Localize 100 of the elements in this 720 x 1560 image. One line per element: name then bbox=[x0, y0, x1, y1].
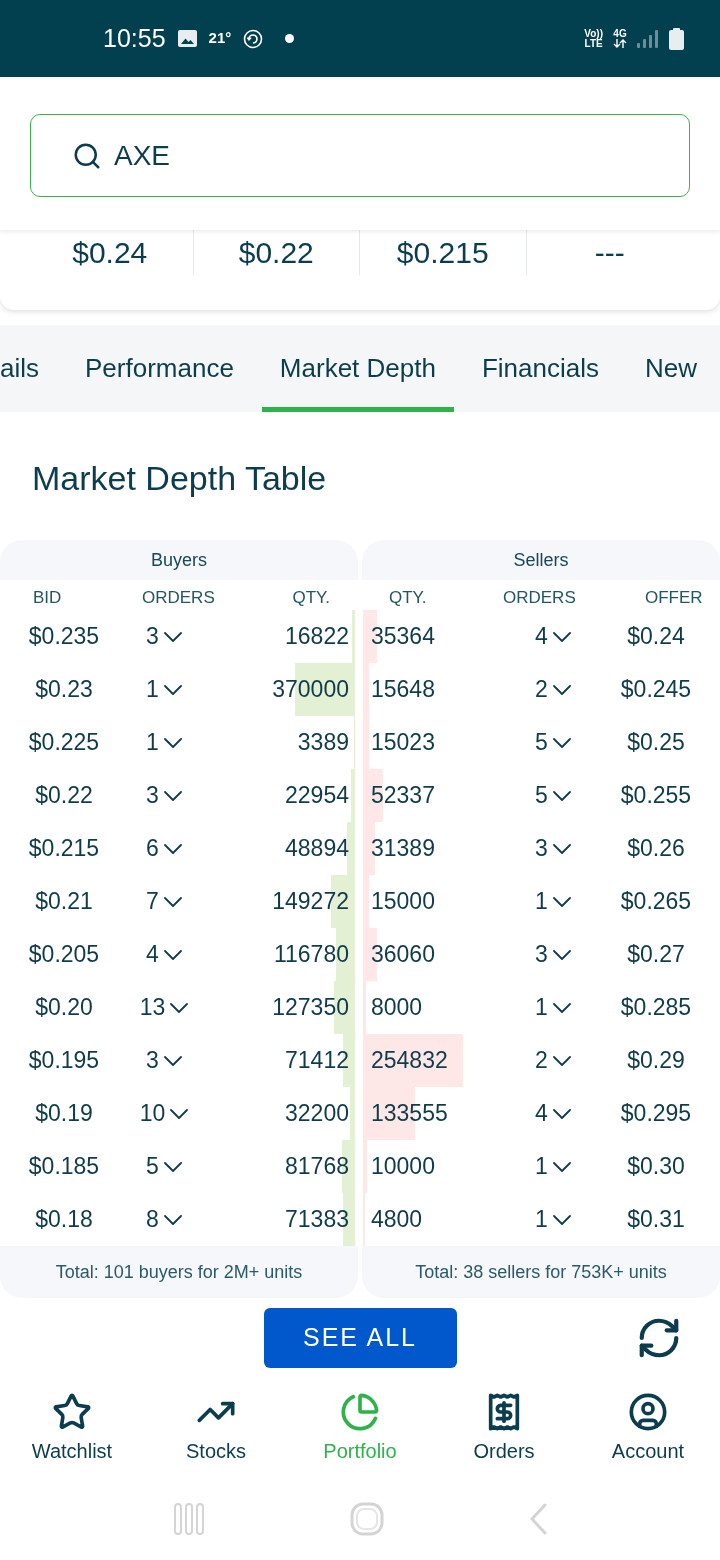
chevron-down-icon[interactable] bbox=[552, 896, 571, 907]
data-arrows-icon bbox=[613, 39, 627, 48]
offer-price: $0.30 bbox=[627, 1152, 685, 1182]
chevron-down-icon[interactable] bbox=[552, 737, 571, 748]
order-count: 5 bbox=[535, 728, 548, 758]
nav-tab[interactable]: Watchlist bbox=[0, 1378, 144, 1478]
order-count: 7 bbox=[146, 887, 159, 917]
chevron-down-icon[interactable] bbox=[552, 684, 571, 695]
bid-quantity: 71383 bbox=[285, 1205, 349, 1235]
chevron-down-icon[interactable] bbox=[163, 1161, 182, 1172]
order-count: 4 bbox=[146, 940, 159, 970]
chevron-down-icon[interactable] bbox=[163, 896, 182, 907]
offer-quantity: 10000 bbox=[371, 1152, 435, 1182]
chevron-down-icon[interactable] bbox=[552, 949, 571, 960]
offer-quantity: 31389 bbox=[371, 834, 435, 864]
bid-price: $0.195 bbox=[28, 1046, 100, 1076]
order-count: 3 bbox=[535, 940, 548, 970]
order-count: 6 bbox=[146, 834, 159, 864]
bid-price: $0.215 bbox=[28, 834, 100, 864]
chevron-down-icon[interactable] bbox=[163, 1214, 182, 1225]
offer-quantity: 254832 bbox=[371, 1046, 448, 1076]
tab[interactable]: Market Depth bbox=[261, 325, 454, 412]
chevron-down-icon[interactable] bbox=[163, 631, 182, 642]
search-field[interactable]: AXE bbox=[30, 114, 690, 197]
chevron-down-icon[interactable] bbox=[552, 1108, 571, 1119]
sync-icon bbox=[243, 28, 264, 49]
sellers-total: Total: 38 sellers for 753K+ units bbox=[415, 1260, 667, 1284]
order-count: 1 bbox=[535, 887, 548, 917]
offer-quantity: 8000 bbox=[371, 993, 423, 1023]
nav-tab[interactable]: Account bbox=[576, 1378, 720, 1478]
order-count: 1 bbox=[535, 1152, 548, 1182]
buyers-title: Buyers bbox=[151, 548, 207, 572]
chevron-down-icon[interactable] bbox=[170, 1108, 189, 1119]
nav-tab[interactable]: Orders bbox=[432, 1378, 576, 1478]
chevron-down-icon[interactable] bbox=[552, 843, 571, 854]
tab[interactable]: New bbox=[627, 325, 715, 412]
bid-quantity: 16822 bbox=[285, 622, 349, 652]
price-value: $0.24 bbox=[72, 235, 148, 271]
order-count: 1 bbox=[535, 993, 548, 1023]
order-count: 2 bbox=[535, 675, 548, 705]
offer-price: $0.285 bbox=[620, 993, 692, 1023]
chevron-down-icon[interactable] bbox=[552, 1161, 571, 1172]
see-all-button[interactable]: SEE ALL bbox=[263, 1308, 457, 1368]
chevron-down-icon[interactable] bbox=[552, 1214, 571, 1225]
sellers-title: Sellers bbox=[513, 548, 569, 572]
tab[interactable]: Financials bbox=[463, 325, 617, 412]
offer-quantity: 15000 bbox=[371, 887, 435, 917]
offer-price: $0.255 bbox=[620, 781, 692, 811]
order-count: 3 bbox=[146, 1046, 159, 1076]
bid-quantity: 81768 bbox=[285, 1152, 349, 1182]
chevron-down-icon[interactable] bbox=[163, 949, 182, 960]
bid-quantity: 71412 bbox=[285, 1046, 349, 1076]
section-title: Market Depth Table bbox=[32, 457, 327, 499]
bid-price: $0.21 bbox=[35, 887, 93, 917]
column-header: BID bbox=[33, 587, 62, 607]
chevron-down-icon[interactable] bbox=[552, 631, 571, 642]
offer-quantity: 35364 bbox=[371, 622, 435, 652]
temperature-text: 21° bbox=[208, 28, 232, 49]
offer-price: $0.265 bbox=[620, 887, 692, 917]
chevron-down-icon[interactable] bbox=[163, 737, 182, 748]
order-count: 1 bbox=[146, 675, 159, 705]
price-value: $0.215 bbox=[396, 235, 489, 271]
bid-quantity: 370000 bbox=[272, 675, 349, 705]
order-count: 1 bbox=[146, 728, 159, 758]
buyers-total: Total: 101 buyers for 2M+ units bbox=[55, 1260, 303, 1284]
chevron-down-icon[interactable] bbox=[552, 790, 571, 801]
bid-price: $0.205 bbox=[28, 940, 100, 970]
offer-price: $0.24 bbox=[627, 622, 685, 652]
bid-quantity: 22954 bbox=[285, 781, 349, 811]
offer-price: $0.27 bbox=[627, 940, 685, 970]
nav-tab[interactable]: Stocks bbox=[144, 1378, 288, 1478]
column-header: ORDERS bbox=[142, 587, 215, 607]
chevron-down-icon[interactable] bbox=[552, 1002, 571, 1013]
chevron-down-icon[interactable] bbox=[163, 790, 182, 801]
tab[interactable]: ails bbox=[0, 325, 57, 412]
order-count: 3 bbox=[146, 781, 159, 811]
bid-price: $0.19 bbox=[35, 1099, 93, 1129]
bid-quantity: 32200 bbox=[285, 1099, 349, 1129]
order-count: 13 bbox=[139, 993, 166, 1023]
order-count: 4 bbox=[535, 1099, 548, 1129]
chevron-down-icon[interactable] bbox=[163, 684, 182, 695]
tab[interactable]: Performance bbox=[67, 325, 252, 412]
chevron-down-icon[interactable] bbox=[163, 843, 182, 854]
bid-price: $0.23 bbox=[35, 675, 93, 705]
network-type-text: 4G bbox=[613, 29, 627, 39]
clock-time: 10:55 bbox=[103, 22, 166, 54]
chevron-down-icon[interactable] bbox=[552, 1055, 571, 1066]
network-status-text: LTE bbox=[584, 38, 603, 49]
image-icon bbox=[177, 30, 197, 47]
chevron-down-icon[interactable] bbox=[163, 1055, 182, 1066]
offer-price: $0.26 bbox=[627, 834, 685, 864]
bid-price: $0.225 bbox=[28, 728, 100, 758]
offer-quantity: 52337 bbox=[371, 781, 435, 811]
user-circle-icon bbox=[628, 1392, 668, 1432]
offer-quantity: 4800 bbox=[371, 1205, 423, 1235]
column-header: QTY. bbox=[292, 586, 330, 609]
order-count: 5 bbox=[146, 1152, 159, 1182]
pie-chart-icon bbox=[340, 1392, 380, 1432]
order-count: 1 bbox=[535, 1205, 548, 1235]
chevron-down-icon[interactable] bbox=[170, 1002, 189, 1013]
